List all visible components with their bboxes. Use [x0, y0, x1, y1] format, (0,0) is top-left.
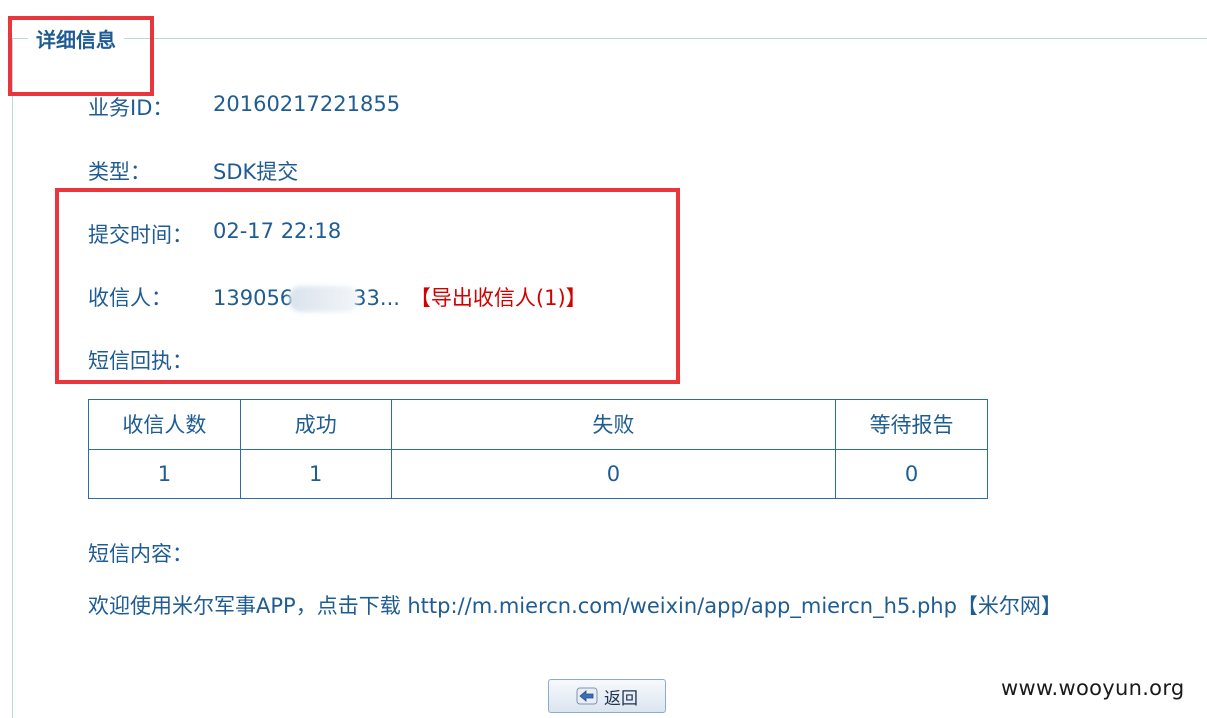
- cell-pending: 0: [835, 448, 988, 499]
- business-id-label: 业务ID：: [88, 96, 174, 120]
- cell-recipient-count: 1: [88, 448, 241, 499]
- type-value: SDK提交: [213, 160, 299, 184]
- table-row: 1 1 0 0: [88, 448, 988, 499]
- fieldset-border-left: [12, 38, 13, 718]
- type-label: 类型：: [88, 160, 151, 184]
- cell-failed: 0: [390, 448, 837, 499]
- business-id-value: 20160217221855: [213, 92, 401, 116]
- cell-success: 1: [239, 448, 392, 499]
- table-header-row: 收信人数 成功 失败 等待报告: [88, 399, 988, 450]
- sms-content-label: 短信内容：: [88, 542, 193, 566]
- header-failed: 失败: [390, 399, 837, 450]
- back-button[interactable]: 返回: [548, 679, 666, 713]
- stats-table: 收信人数 成功 失败 等待报告 1 1 0 0: [88, 399, 988, 499]
- fieldset-border-top: [12, 38, 1207, 39]
- header-recipient-count: 收信人数: [88, 399, 241, 450]
- watermark: www.wooyun.org: [1001, 676, 1185, 700]
- highlight-box-title: [8, 16, 154, 96]
- header-success: 成功: [239, 399, 392, 450]
- sms-content-text: 欢迎使用米尔军事APP，点击下载 http://m.miercn.com/wei…: [88, 594, 1062, 618]
- back-button-label: 返回: [604, 688, 638, 709]
- arrow-left-icon: [576, 687, 598, 705]
- header-pending: 等待报告: [835, 399, 988, 450]
- highlight-box-info: [55, 188, 680, 384]
